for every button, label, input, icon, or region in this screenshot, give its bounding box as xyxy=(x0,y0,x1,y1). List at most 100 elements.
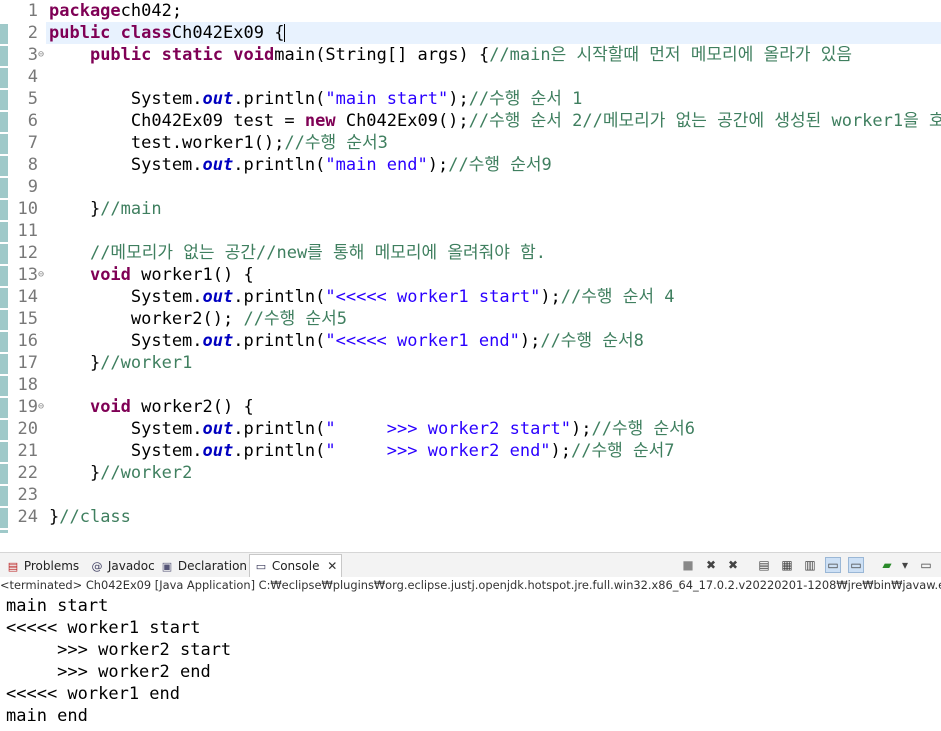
remove-all-launches-icon[interactable]: ✖ xyxy=(725,557,741,573)
code-token: ch042; xyxy=(120,1,183,21)
code-token: //class xyxy=(59,507,131,527)
console-line: main start xyxy=(6,596,109,616)
code-token: //수행 순서 4 xyxy=(560,287,675,307)
fold-toggle-icon[interactable]: ⊖ xyxy=(38,264,46,286)
line-number: 8 xyxy=(27,155,38,175)
code-token: out xyxy=(202,331,234,351)
code-token: public xyxy=(89,45,152,65)
code-token: Ch042Ex09 { xyxy=(171,23,285,43)
scroll-lock-icon[interactable]: ▦ xyxy=(779,557,795,573)
code-token: } xyxy=(49,199,101,219)
code-token: test.worker1(); xyxy=(49,133,285,153)
close-icon[interactable]: ✕ xyxy=(327,559,337,573)
line-number: 5 xyxy=(27,89,38,109)
console-line: <<<<< worker1 start xyxy=(6,618,201,638)
line-number: 14 xyxy=(17,287,38,307)
console-line: >>> worker2 end xyxy=(6,662,211,682)
code-token: System. xyxy=(49,89,203,109)
code-token: ); xyxy=(427,155,449,175)
show-on-stdout-icon[interactable]: ▭ xyxy=(825,557,841,573)
tab-console[interactable]: ▭ Console ✕ xyxy=(249,554,343,578)
code-line[interactable]: void worker2() { xyxy=(49,396,254,418)
line-number: 17 xyxy=(17,353,38,373)
console-line: <<<<< worker1 end xyxy=(6,684,180,704)
code-token: ); xyxy=(571,419,592,439)
code-line[interactable]: worker2(); //수행 순서5 xyxy=(49,308,347,330)
code-token: System. xyxy=(49,441,203,461)
code-line[interactable]: }//main xyxy=(49,198,162,220)
code-token: System. xyxy=(49,419,203,439)
code-line[interactable]: System.out.println("<<<<< worker1 start"… xyxy=(49,286,675,308)
code-token: //수행 순서8 xyxy=(540,331,644,351)
code-token: //수행 순서 1 xyxy=(468,89,583,109)
code-token: } xyxy=(49,463,101,483)
code-token: //수행 순서9 xyxy=(448,155,552,175)
code-line[interactable]: void worker1() { xyxy=(49,264,254,286)
fold-toggle-icon[interactable]: ⊖ xyxy=(38,44,46,66)
code-area[interactable]: packagech042; public classCh042Ex09 { pub… xyxy=(46,0,941,533)
code-editor[interactable]: 1 2 3 ⊖ 4 5 6 7 8 9 10 11 12 13 ⊖ 14 15 16 17 18 19 ⊖ 20 21 22 23… xyxy=(0,0,941,533)
code-line[interactable]: packagech042; xyxy=(49,0,182,22)
line-number-gutter: 1 2 3 ⊖ 4 5 6 7 8 9 10 11 12 13 ⊖ 14 15 16 17 18 19 ⊖ 20 21 22 23… xyxy=(8,0,46,533)
code-token: } xyxy=(49,353,101,373)
code-line[interactable]: public static voidmain(String[] args) {/… xyxy=(49,44,852,66)
remove-launch-icon[interactable]: ✖ xyxy=(703,557,719,573)
show-on-stderr-icon[interactable]: ▭ xyxy=(848,557,864,573)
code-token: " >>> worker2 start" xyxy=(325,419,572,439)
clear-console-icon[interactable]: ▤ xyxy=(756,557,772,573)
fold-toggle-icon[interactable]: ⊖ xyxy=(38,396,46,418)
line-number: 22 xyxy=(17,463,38,483)
tab-declaration-label: Declaration xyxy=(177,559,248,573)
open-console-icon[interactable]: ▭ xyxy=(918,557,934,573)
tab-javadoc-label: Javadoc xyxy=(107,559,155,573)
tab-console-label: Console xyxy=(271,559,320,573)
code-line[interactable]: }//worker2 xyxy=(49,462,192,484)
code-line[interactable]: System.out.println(" >>> worker2 start")… xyxy=(49,418,695,440)
code-token: out xyxy=(202,419,234,439)
code-token: void xyxy=(89,397,131,417)
line-number: 13 xyxy=(17,265,38,285)
code-line[interactable]: System.out.println(" >>> worker2 end");/… xyxy=(49,440,675,462)
code-token: .println( xyxy=(233,89,326,109)
code-line[interactable]: public classCh042Ex09 { xyxy=(46,22,941,44)
tab-problems[interactable]: ▤ Problems xyxy=(6,556,79,576)
overview-ruler xyxy=(0,0,8,533)
code-line[interactable]: System.out.println("main start");//수행 순서… xyxy=(49,88,583,110)
code-token: ); xyxy=(448,89,469,109)
console-output[interactable]: main start <<<<< worker1 start >>> worke… xyxy=(6,595,936,727)
tab-declaration[interactable]: ▣ Declaration xyxy=(160,556,247,576)
word-wrap-icon[interactable]: ▥ xyxy=(802,557,818,573)
pin-console-icon[interactable]: ▰ xyxy=(879,557,895,573)
console-line: main end xyxy=(6,706,88,726)
text-caret xyxy=(284,24,286,42)
code-line[interactable]: }//class xyxy=(49,506,131,528)
code-token: "<<<<< worker1 start" xyxy=(325,287,541,307)
line-number: 7 xyxy=(27,133,38,153)
line-number: 3 xyxy=(27,45,38,65)
display-console-dropdown-icon[interactable]: ▾ xyxy=(899,557,911,573)
code-line[interactable]: test.worker1();//수행 순서3 xyxy=(49,132,388,154)
tab-javadoc[interactable]: @ Javadoc xyxy=(90,556,155,576)
code-token: ); xyxy=(540,287,561,307)
code-token: //수행 순서 2//메모리가 없는 공간에 생성된 worker1을 호출 xyxy=(468,111,941,131)
code-line[interactable]: Ch042Ex09 test = new Ch042Ex09();//수행 순서… xyxy=(49,110,941,132)
line-number: 1 xyxy=(27,1,38,21)
code-line[interactable]: System.out.println("main end");//수행 순서9 xyxy=(49,154,552,176)
tab-problems-label: Problems xyxy=(23,559,80,573)
code-token: Ch042Ex09(); xyxy=(335,111,469,131)
terminate-icon[interactable]: ■ xyxy=(680,557,696,573)
code-line[interactable]: System.out.println("<<<<< worker1 end");… xyxy=(49,330,644,352)
code-token: //worker1 xyxy=(100,353,193,373)
line-number: 12 xyxy=(17,243,38,263)
code-token: //수행 순서6 xyxy=(591,419,696,439)
code-line[interactable]: }//worker1 xyxy=(49,352,192,374)
console-line: >>> worker2 start xyxy=(6,640,232,660)
console-launch-description: <terminated> Ch042Ex09 [Java Application… xyxy=(0,577,941,594)
code-token: .println( xyxy=(233,441,326,461)
line-number: 21 xyxy=(17,441,38,461)
line-number: 6 xyxy=(27,111,38,131)
code-line[interactable]: //메모리가 없는 공간//new를 통해 메모리에 올려줘야 함. xyxy=(49,242,546,264)
